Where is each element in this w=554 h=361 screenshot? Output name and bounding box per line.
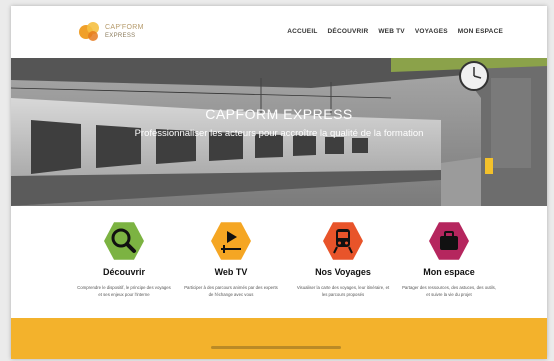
logo-icon [79,22,101,42]
nav-web-tv[interactable]: WEB TV [378,28,404,35]
feature-title[interactable]: Découvrir [69,267,179,277]
feature-description: Partager des ressources, des astuces, de… [402,285,496,297]
hero-title: CAPFORM EXPRESS [205,106,353,122]
features-section: Découvrir Comprendre le dispositif, le p… [11,206,547,318]
feature-title[interactable]: Web TV [176,267,286,277]
nav-accueil[interactable]: ACCUEIL [287,28,317,35]
train-icon[interactable] [323,222,363,260]
browser-page: CAP'FORM EXPRESS ACCUEIL DÉCOUVRIR WEB T… [11,6,547,359]
feature-title[interactable]: Nos Voyages [288,267,398,277]
footer-divider [211,346,341,349]
magnifier-icon[interactable] [104,222,144,260]
hero-subtitle: Professionnaliser les acteurs pour accro… [134,128,424,139]
feature-mon-espace[interactable]: Mon espace Partager des ressources, des … [394,221,504,298]
feature-description: Comprendre le dispositif, le principe de… [77,285,171,297]
feature-description: Visualiser la carte des voyages, leur it… [296,285,390,297]
logo-line1: CAP'FORM [105,24,144,31]
feature-description: Participer à des parcours animés par des… [184,285,278,297]
feature-decouvrir[interactable]: Découvrir Comprendre le dispositif, le p… [69,221,179,298]
feature-web-tv[interactable]: Web TV Participer à des parcours animés … [176,221,286,298]
feature-title[interactable]: Mon espace [394,267,504,277]
nav-voyages[interactable]: VOYAGES [415,28,448,35]
play-icon[interactable] [211,222,251,260]
briefcase-icon[interactable] [429,222,469,260]
feature-nos-voyages[interactable]: Nos Voyages Visualiser la carte des voya… [288,221,398,298]
footer-band [11,318,547,359]
nav-mon-espace[interactable]: MON ESPACE [458,28,503,35]
main-nav: ACCUEIL DÉCOUVRIR WEB TV VOYAGES MON ESP… [287,28,503,35]
site-logo[interactable]: CAP'FORM EXPRESS [79,20,149,44]
nav-decouvrir[interactable]: DÉCOUVRIR [328,28,369,35]
logo-line2: EXPRESS [105,33,136,39]
hero-banner: CAPFORM EXPRESS Professionnaliser les ac… [11,58,547,206]
site-header: CAP'FORM EXPRESS ACCUEIL DÉCOUVRIR WEB T… [11,6,547,58]
